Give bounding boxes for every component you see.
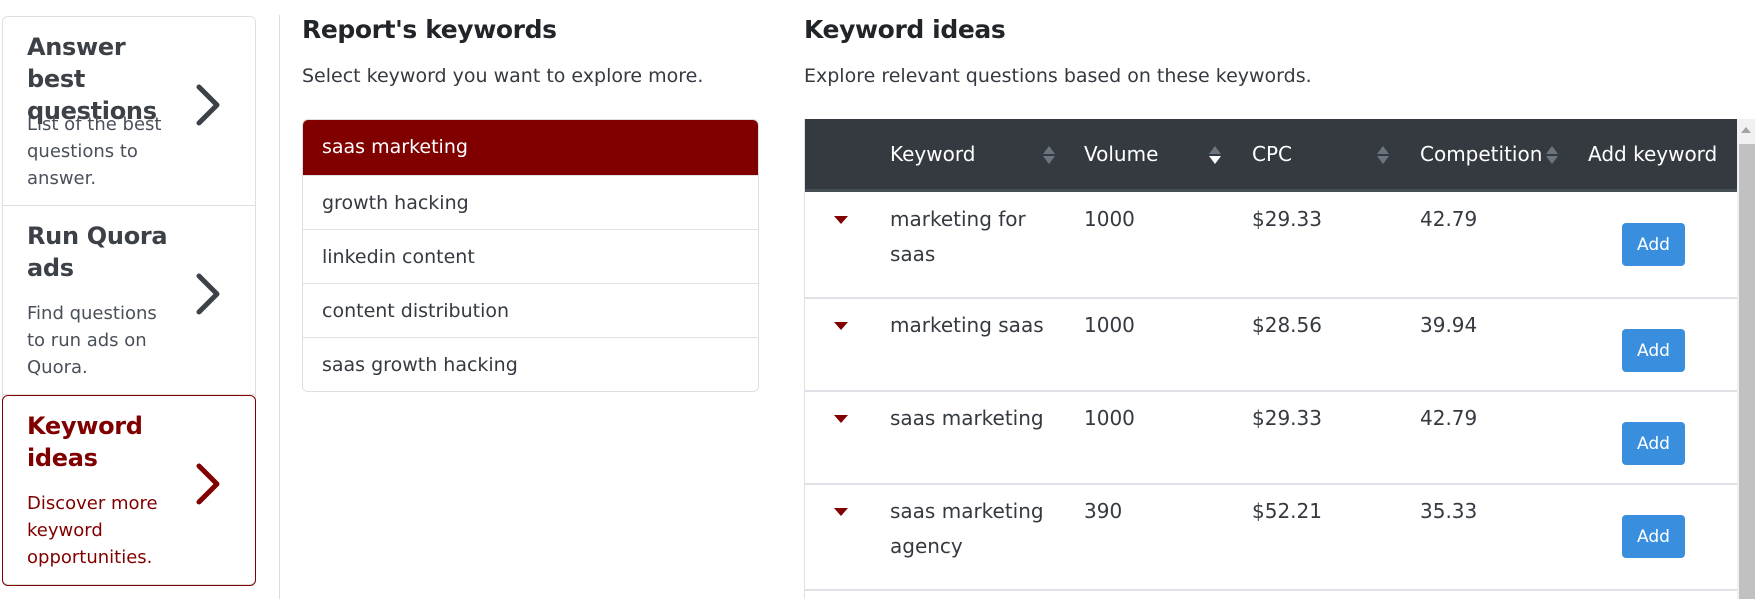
scrollbar-thumb[interactable] xyxy=(1739,144,1755,599)
caret-down-icon[interactable] xyxy=(834,215,848,225)
caret-down-icon[interactable] xyxy=(834,414,848,424)
keyword-list-item[interactable]: saas growth hacking xyxy=(303,337,758,391)
sidebar-item-title: Run Quora ads xyxy=(27,222,168,282)
cpc-cell: $29.33 xyxy=(1252,406,1322,430)
add-keyword-button[interactable]: Add xyxy=(1622,422,1685,465)
keyword-list-item[interactable]: saas marketing xyxy=(303,120,758,175)
column-header-keyword[interactable]: Keyword xyxy=(890,119,975,189)
keyword-cell: marketing for saas xyxy=(890,207,1026,266)
keyword-cell: saas marketing agency xyxy=(890,499,1044,558)
caret-down-icon[interactable] xyxy=(834,321,848,331)
keyword-list-item[interactable]: content distribution xyxy=(303,283,758,337)
keyword-ideas-subtitle: Explore relevant questions based on thes… xyxy=(804,65,1312,87)
report-keywords-list: saas marketing growth hacking linkedin c… xyxy=(302,119,759,392)
column-header-cpc[interactable]: CPC xyxy=(1252,119,1292,189)
sidebar-item-description: Find questions to run ads on Quora. xyxy=(27,303,157,378)
sidebar-item-title: Keyword ideas xyxy=(27,412,143,472)
sidebar-item-run-quora-ads[interactable]: Run Quora ads Find questions to run ads … xyxy=(3,206,255,395)
table-row: saas marketing 1000 $29.33 42.79 Add xyxy=(805,392,1737,485)
volume-cell: 1000 xyxy=(1084,406,1135,430)
add-keyword-button[interactable]: Add xyxy=(1622,329,1685,372)
cpc-cell: $28.56 xyxy=(1252,313,1322,337)
table-row: marketing for saas 1000 $29.33 42.79 Add xyxy=(805,192,1737,299)
keyword-cell: saas marketing xyxy=(890,406,1044,430)
chevron-right-icon xyxy=(196,84,220,126)
keyword-cell: marketing saas xyxy=(890,313,1044,337)
table-row: marketing saas 1000 $28.56 39.94 Add xyxy=(805,299,1737,392)
sidebar-item-answer-best-questions[interactable]: Answer best questions List of the best q… xyxy=(3,17,255,206)
report-keywords-title: Report's keywords xyxy=(302,15,557,44)
sidebar-item-keyword-ideas[interactable]: Keyword ideas Discover more keyword oppo… xyxy=(2,395,256,586)
report-keywords-subtitle: Select keyword you want to explore more. xyxy=(302,65,704,87)
keyword-list-item[interactable]: linkedin content xyxy=(303,229,758,283)
sort-icon[interactable] xyxy=(1042,145,1056,165)
caret-down-icon[interactable] xyxy=(834,507,848,517)
sort-icon[interactable] xyxy=(1376,145,1390,165)
sidebar-item-description: Discover more keyword opportunities. xyxy=(27,493,158,568)
keyword-ideas-table: Keyword Volume CPC Competition Add keywo… xyxy=(804,119,1737,599)
cpc-cell: $52.21 xyxy=(1252,499,1322,523)
column-header-add-keyword: Add keyword xyxy=(1588,142,1718,166)
cpc-cell: $29.33 xyxy=(1252,207,1322,231)
sidebar-nav: Answer best questions List of the best q… xyxy=(2,16,256,586)
sort-desc-icon[interactable] xyxy=(1208,145,1222,165)
keyword-list-item[interactable]: growth hacking xyxy=(303,175,758,229)
keyword-ideas-title: Keyword ideas xyxy=(804,15,1006,44)
chevron-right-icon xyxy=(196,463,220,505)
volume-cell: 1000 xyxy=(1084,207,1135,231)
competition-cell: 42.79 xyxy=(1420,207,1478,231)
column-divider xyxy=(279,15,280,599)
sidebar-item-description: List of the best questions to answer. xyxy=(27,114,162,189)
column-header-competition[interactable]: Competition xyxy=(1420,119,1542,189)
chevron-right-icon xyxy=(196,273,220,315)
volume-cell: 390 xyxy=(1084,499,1123,523)
competition-cell: 39.94 xyxy=(1420,313,1478,337)
competition-cell: 35.33 xyxy=(1420,499,1478,523)
scroll-up-arrow-icon[interactable] xyxy=(1737,119,1755,143)
table-header: Keyword Volume CPC Competition Add keywo… xyxy=(805,119,1737,192)
add-keyword-button[interactable]: Add xyxy=(1622,515,1685,558)
table-scrollbar[interactable] xyxy=(1737,119,1755,599)
volume-cell: 1000 xyxy=(1084,313,1135,337)
column-header-volume[interactable]: Volume xyxy=(1084,119,1158,189)
competition-cell: 42.79 xyxy=(1420,406,1478,430)
table-row: saas marketing agency 390 $52.21 35.33 A… xyxy=(805,485,1737,591)
sort-icon[interactable] xyxy=(1545,145,1559,165)
add-keyword-button[interactable]: Add xyxy=(1622,223,1685,266)
